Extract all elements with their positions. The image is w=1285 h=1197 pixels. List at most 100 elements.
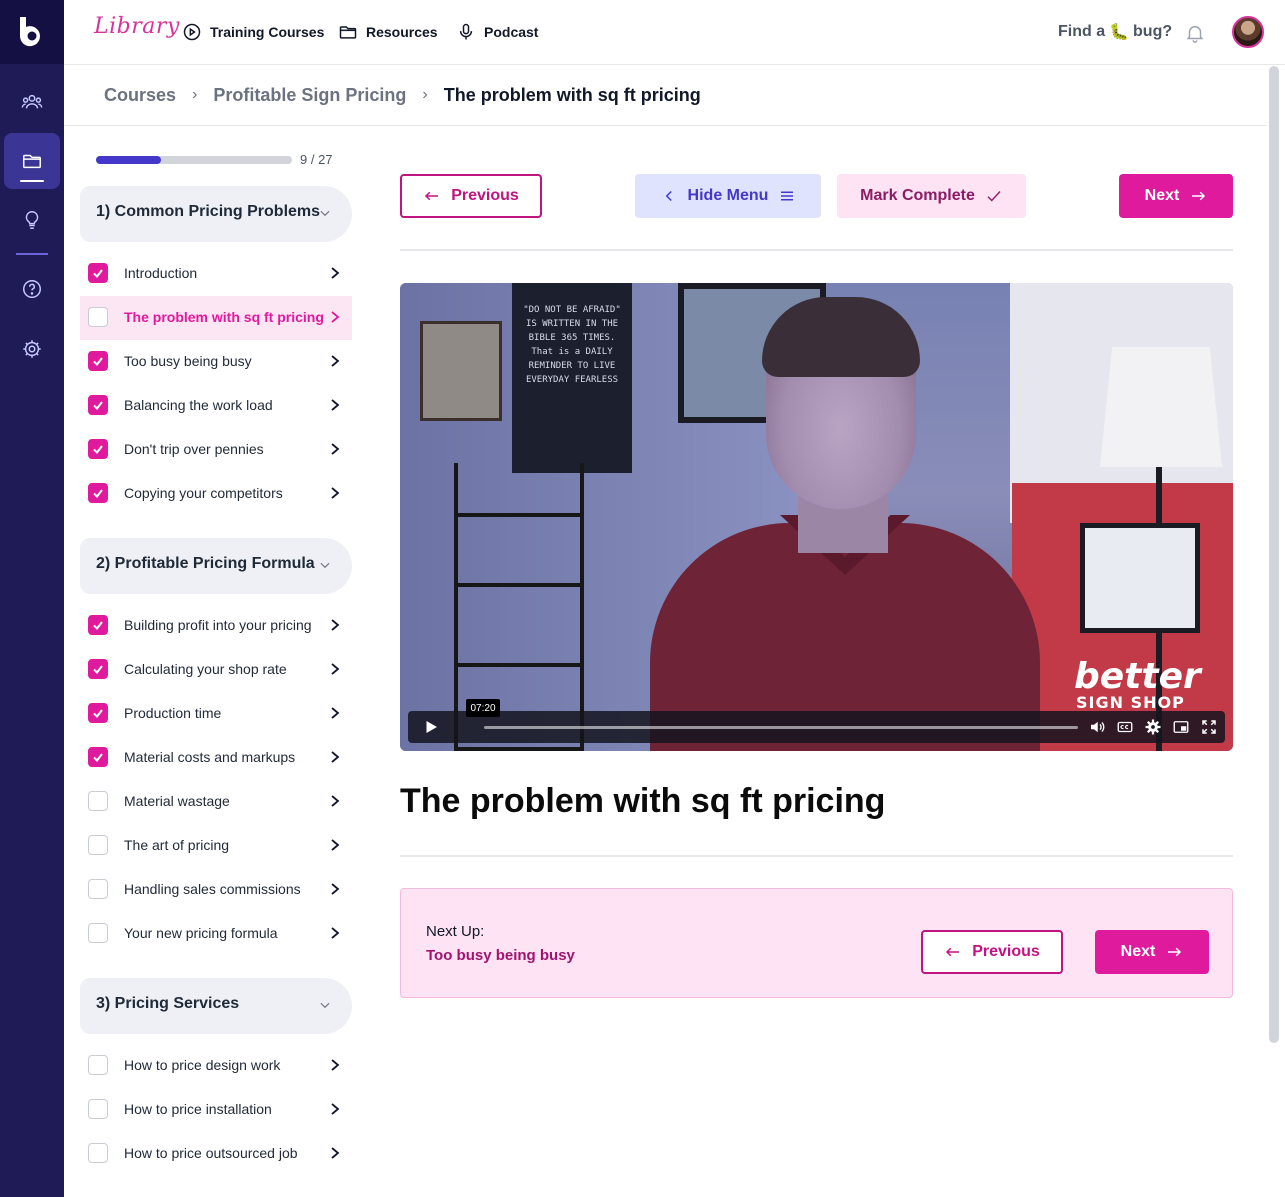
help-circle-icon [23, 280, 41, 298]
lesson-item[interactable]: Balancing the work load [80, 384, 352, 428]
lesson-item[interactable]: The art of pricing [80, 824, 352, 868]
lesson-checkbox[interactable] [88, 791, 108, 811]
section-header[interactable]: 1) Common Pricing Problems [80, 186, 352, 242]
users-icon [21, 94, 43, 109]
lesson-item[interactable]: Too busy being busy [80, 340, 352, 384]
lesson-checkbox[interactable] [88, 1099, 108, 1119]
bell-icon[interactable] [1184, 22, 1206, 44]
check-icon [93, 401, 103, 411]
rail-help[interactable] [4, 261, 60, 317]
lesson-checkbox[interactable] [88, 1143, 108, 1163]
chevron-right-icon [331, 311, 340, 323]
lesson-item[interactable]: The problem with sq ft pricing [80, 296, 352, 340]
rail-users[interactable] [4, 74, 60, 130]
lesson-item[interactable]: Don't trip over pennies [80, 428, 352, 472]
lesson-label: Building profit into your pricing [124, 617, 312, 633]
mark-complete-button[interactable]: Mark Complete [837, 174, 1026, 218]
lesson-item[interactable]: How to price installation [80, 1088, 352, 1132]
fullscreen-icon[interactable] [1200, 718, 1218, 736]
section-title: 3) Pricing Services [96, 995, 240, 1012]
check-icon [987, 191, 1001, 202]
check-icon [93, 753, 103, 763]
section-header[interactable]: 2) Profitable Pricing Formula [80, 538, 352, 594]
lesson-label: How to price design work [124, 1057, 281, 1073]
library-logo[interactable]: Library [94, 14, 180, 39]
picture-in-picture-icon[interactable] [1172, 718, 1190, 736]
nav-resources[interactable]: Resources [338, 22, 438, 42]
lesson-checkbox[interactable] [88, 835, 108, 855]
lesson-item[interactable]: Introduction [80, 252, 352, 296]
lesson-item[interactable]: Material costs and markups [80, 736, 352, 780]
rail-settings[interactable] [4, 321, 60, 377]
lesson-checkbox[interactable] [88, 395, 108, 415]
lesson-item[interactable]: How to price design work [80, 1044, 352, 1088]
lesson-item[interactable]: Calculating your shop rate [80, 648, 352, 692]
lesson-checkbox[interactable] [88, 1055, 108, 1075]
next-up-next-button[interactable]: Next [1095, 930, 1209, 974]
lesson-checkbox[interactable] [88, 879, 108, 899]
next-button[interactable]: Next [1119, 174, 1233, 218]
lesson-label: Material wastage [124, 793, 230, 809]
lesson-item[interactable]: How to price outsourced job [80, 1132, 352, 1176]
captions-icon[interactable] [1116, 718, 1134, 736]
nav-podcast[interactable]: Podcast [456, 22, 538, 42]
breadcrumb-courses[interactable]: Courses [104, 85, 176, 106]
lesson-checkbox[interactable] [88, 263, 108, 283]
play-circle-icon [183, 23, 201, 41]
hide-menu-button[interactable]: Hide Menu [635, 174, 821, 218]
bug-icon: 🐛 [1109, 24, 1130, 41]
chevron-right-icon [331, 487, 340, 499]
arrow-right-icon [1192, 191, 1206, 201]
lesson-checkbox[interactable] [88, 351, 108, 371]
nav-training-courses[interactable]: Training Courses [182, 22, 324, 42]
next-up-lesson-link[interactable]: Too busy being busy [426, 947, 575, 964]
lesson-checkbox[interactable] [88, 703, 108, 723]
lesson-item[interactable]: Building profit into your pricing [80, 604, 352, 648]
video-frame-lamp [1100, 347, 1222, 467]
progress-fill [96, 156, 162, 164]
find-bug-link[interactable]: Find a 🐛 bug? [1058, 22, 1172, 42]
chevron-right-icon [331, 1103, 340, 1115]
divider [400, 249, 1233, 251]
rail-ideas[interactable] [4, 192, 60, 248]
lesson-checkbox[interactable] [88, 483, 108, 503]
lesson-checkbox[interactable] [88, 307, 108, 327]
app-logo[interactable] [0, 0, 64, 64]
settings-icon[interactable] [1144, 718, 1162, 736]
lesson-checkbox[interactable] [88, 615, 108, 635]
chevron-down-icon [320, 210, 330, 217]
lesson-checkbox[interactable] [88, 923, 108, 943]
lesson-item[interactable]: Material wastage [80, 780, 352, 824]
nav-label: Resources [366, 24, 438, 40]
course-progress-bar [96, 156, 292, 164]
lesson-item[interactable]: Handling sales commissions [80, 868, 352, 912]
play-icon[interactable] [422, 718, 440, 736]
video-frame-photo [420, 321, 502, 421]
lesson-checkbox[interactable] [88, 747, 108, 767]
lesson-checkbox[interactable] [88, 439, 108, 459]
check-icon [93, 445, 103, 455]
lesson-item[interactable]: Copying your competitors [80, 472, 352, 516]
lesson-item[interactable]: Your new pricing formula [80, 912, 352, 956]
lesson-item[interactable]: Production time [80, 692, 352, 736]
chevron-right-icon [331, 1059, 340, 1071]
lesson-label: Copying your competitors [124, 485, 283, 501]
lesson-label: Balancing the work load [124, 397, 273, 413]
check-icon [93, 489, 103, 499]
chevron-right-icon: › [192, 86, 198, 103]
previous-button[interactable]: Previous [400, 174, 542, 218]
next-up-previous-button[interactable]: Previous [921, 930, 1063, 974]
avatar[interactable] [1232, 16, 1264, 48]
video-player[interactable]: "DO NOT BE AFRAID" IS WRITTEN IN THE BIB… [400, 283, 1233, 751]
menu-icon [781, 191, 794, 201]
divider [400, 855, 1233, 857]
video-seek-bar[interactable] [484, 726, 1078, 729]
chevron-right-icon [331, 399, 340, 411]
volume-icon[interactable] [1088, 718, 1106, 736]
breadcrumb-course[interactable]: Profitable Sign Pricing [213, 85, 406, 106]
hide-menu-label: Hide Menu [687, 187, 769, 204]
lesson-checkbox[interactable] [88, 659, 108, 679]
scrollbar[interactable] [1269, 66, 1279, 1043]
chevron-left-icon [665, 190, 672, 202]
section-header[interactable]: 3) Pricing Services [80, 978, 352, 1034]
